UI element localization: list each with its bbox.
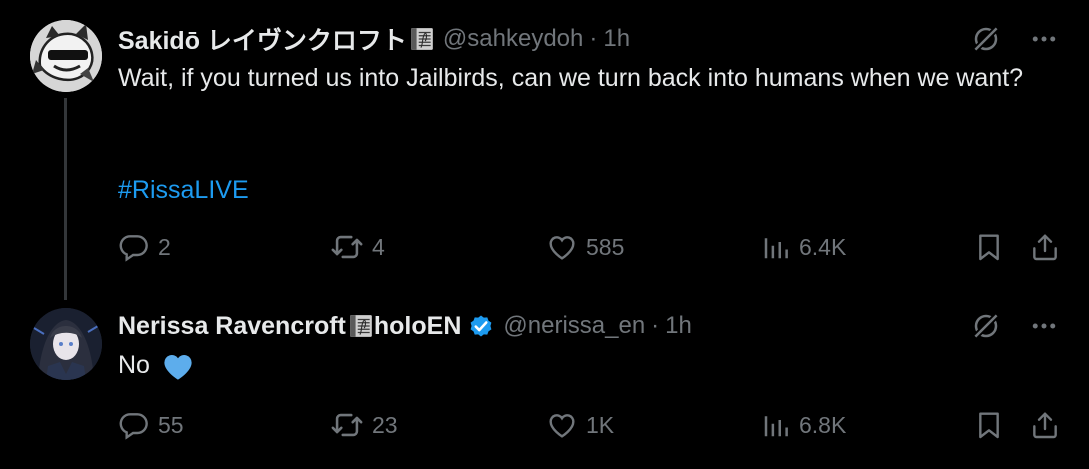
share-button[interactable] <box>1029 230 1061 264</box>
user-handle[interactable]: @nerissa_en <box>503 312 645 340</box>
reply-icon <box>118 409 150 441</box>
raccoon-avatar-icon <box>30 20 102 92</box>
share-icon <box>1029 409 1061 441</box>
display-name[interactable]: Nerissa Ravencroft <box>118 312 346 341</box>
tweet-header: Nerissa Ravencroft holoEN @nerissa_en · … <box>118 311 692 341</box>
separator-dot: · <box>651 312 660 339</box>
ledger-book-icon <box>409 26 435 52</box>
more-options-icon[interactable] <box>1029 311 1059 341</box>
views-count: 6.4K <box>799 233 847 260</box>
retweet-count: 23 <box>372 411 398 438</box>
tweet-text: No <box>118 351 150 379</box>
header-actions <box>971 311 1059 341</box>
avatar[interactable] <box>30 20 102 92</box>
thread-line <box>64 98 67 300</box>
header-actions <box>971 24 1059 54</box>
tweet-header: Sakidō レイヴンクロフト @sahkeydoh · 1h <box>118 21 630 57</box>
hashtag-link[interactable]: #RissaLIVE <box>118 172 249 209</box>
heart-icon <box>546 231 578 263</box>
views-button[interactable]: 6.8K <box>761 408 846 442</box>
tweet-actions: 2 4 585 6.4K <box>118 230 1063 264</box>
anime-character-avatar-icon <box>30 308 102 380</box>
like-button[interactable]: 1K <box>546 408 614 442</box>
reply-button[interactable]: 2 <box>118 230 171 264</box>
views-count: 6.8K <box>799 411 847 438</box>
like-count: 585 <box>586 233 625 260</box>
retweet-icon <box>330 230 364 264</box>
bookmark-icon <box>973 409 1005 441</box>
share-button[interactable] <box>1029 408 1061 442</box>
verified-badge-icon[interactable] <box>467 312 495 340</box>
user-handle[interactable]: @sahkeydoh <box>443 25 583 53</box>
bookmark-icon <box>973 231 1005 263</box>
timestamp[interactable]: 1h <box>665 312 692 340</box>
more-options-icon[interactable] <box>1029 24 1059 54</box>
heart-icon <box>546 409 578 441</box>
blue-heart-icon <box>164 355 192 381</box>
views-button[interactable]: 6.4K <box>761 230 846 264</box>
tweet[interactable]: Nerissa Ravencroft holoEN @nerissa_en · … <box>0 300 1089 469</box>
reply-count: 55 <box>158 411 184 438</box>
display-name-suffix[interactable]: holoEN <box>374 312 462 341</box>
retweet-button[interactable]: 23 <box>330 408 398 442</box>
tweet-text-container: No <box>118 347 1068 384</box>
share-icon <box>1029 231 1061 263</box>
bookmark-button[interactable] <box>973 408 1005 442</box>
avatar[interactable] <box>30 308 102 380</box>
grok-icon[interactable] <box>971 311 1001 341</box>
retweet-icon <box>330 408 364 442</box>
like-button[interactable]: 585 <box>546 230 624 264</box>
tweet-actions: 55 23 1K 6.8K <box>118 408 1063 442</box>
display-name[interactable]: Sakidō レイヴンクロフト <box>118 21 407 57</box>
like-count: 1K <box>586 411 615 438</box>
tweet-text: Wait, if you turned us into Jailbirds, c… <box>118 64 1024 92</box>
retweet-button[interactable]: 4 <box>330 230 385 264</box>
timestamp[interactable]: 1h <box>603 25 630 53</box>
views-chart-icon <box>761 410 791 440</box>
reply-icon <box>118 231 150 263</box>
views-chart-icon <box>761 232 791 262</box>
reply-button[interactable]: 55 <box>118 408 184 442</box>
reply-count: 2 <box>158 233 171 260</box>
grok-icon[interactable] <box>971 24 1001 54</box>
ledger-book-icon <box>348 313 374 339</box>
bookmark-button[interactable] <box>973 230 1005 264</box>
separator-dot: · <box>589 25 598 52</box>
tweet[interactable]: Sakidō レイヴンクロフト @sahkeydoh · 1h Wait, if… <box>0 0 1089 300</box>
retweet-count: 4 <box>372 233 385 260</box>
